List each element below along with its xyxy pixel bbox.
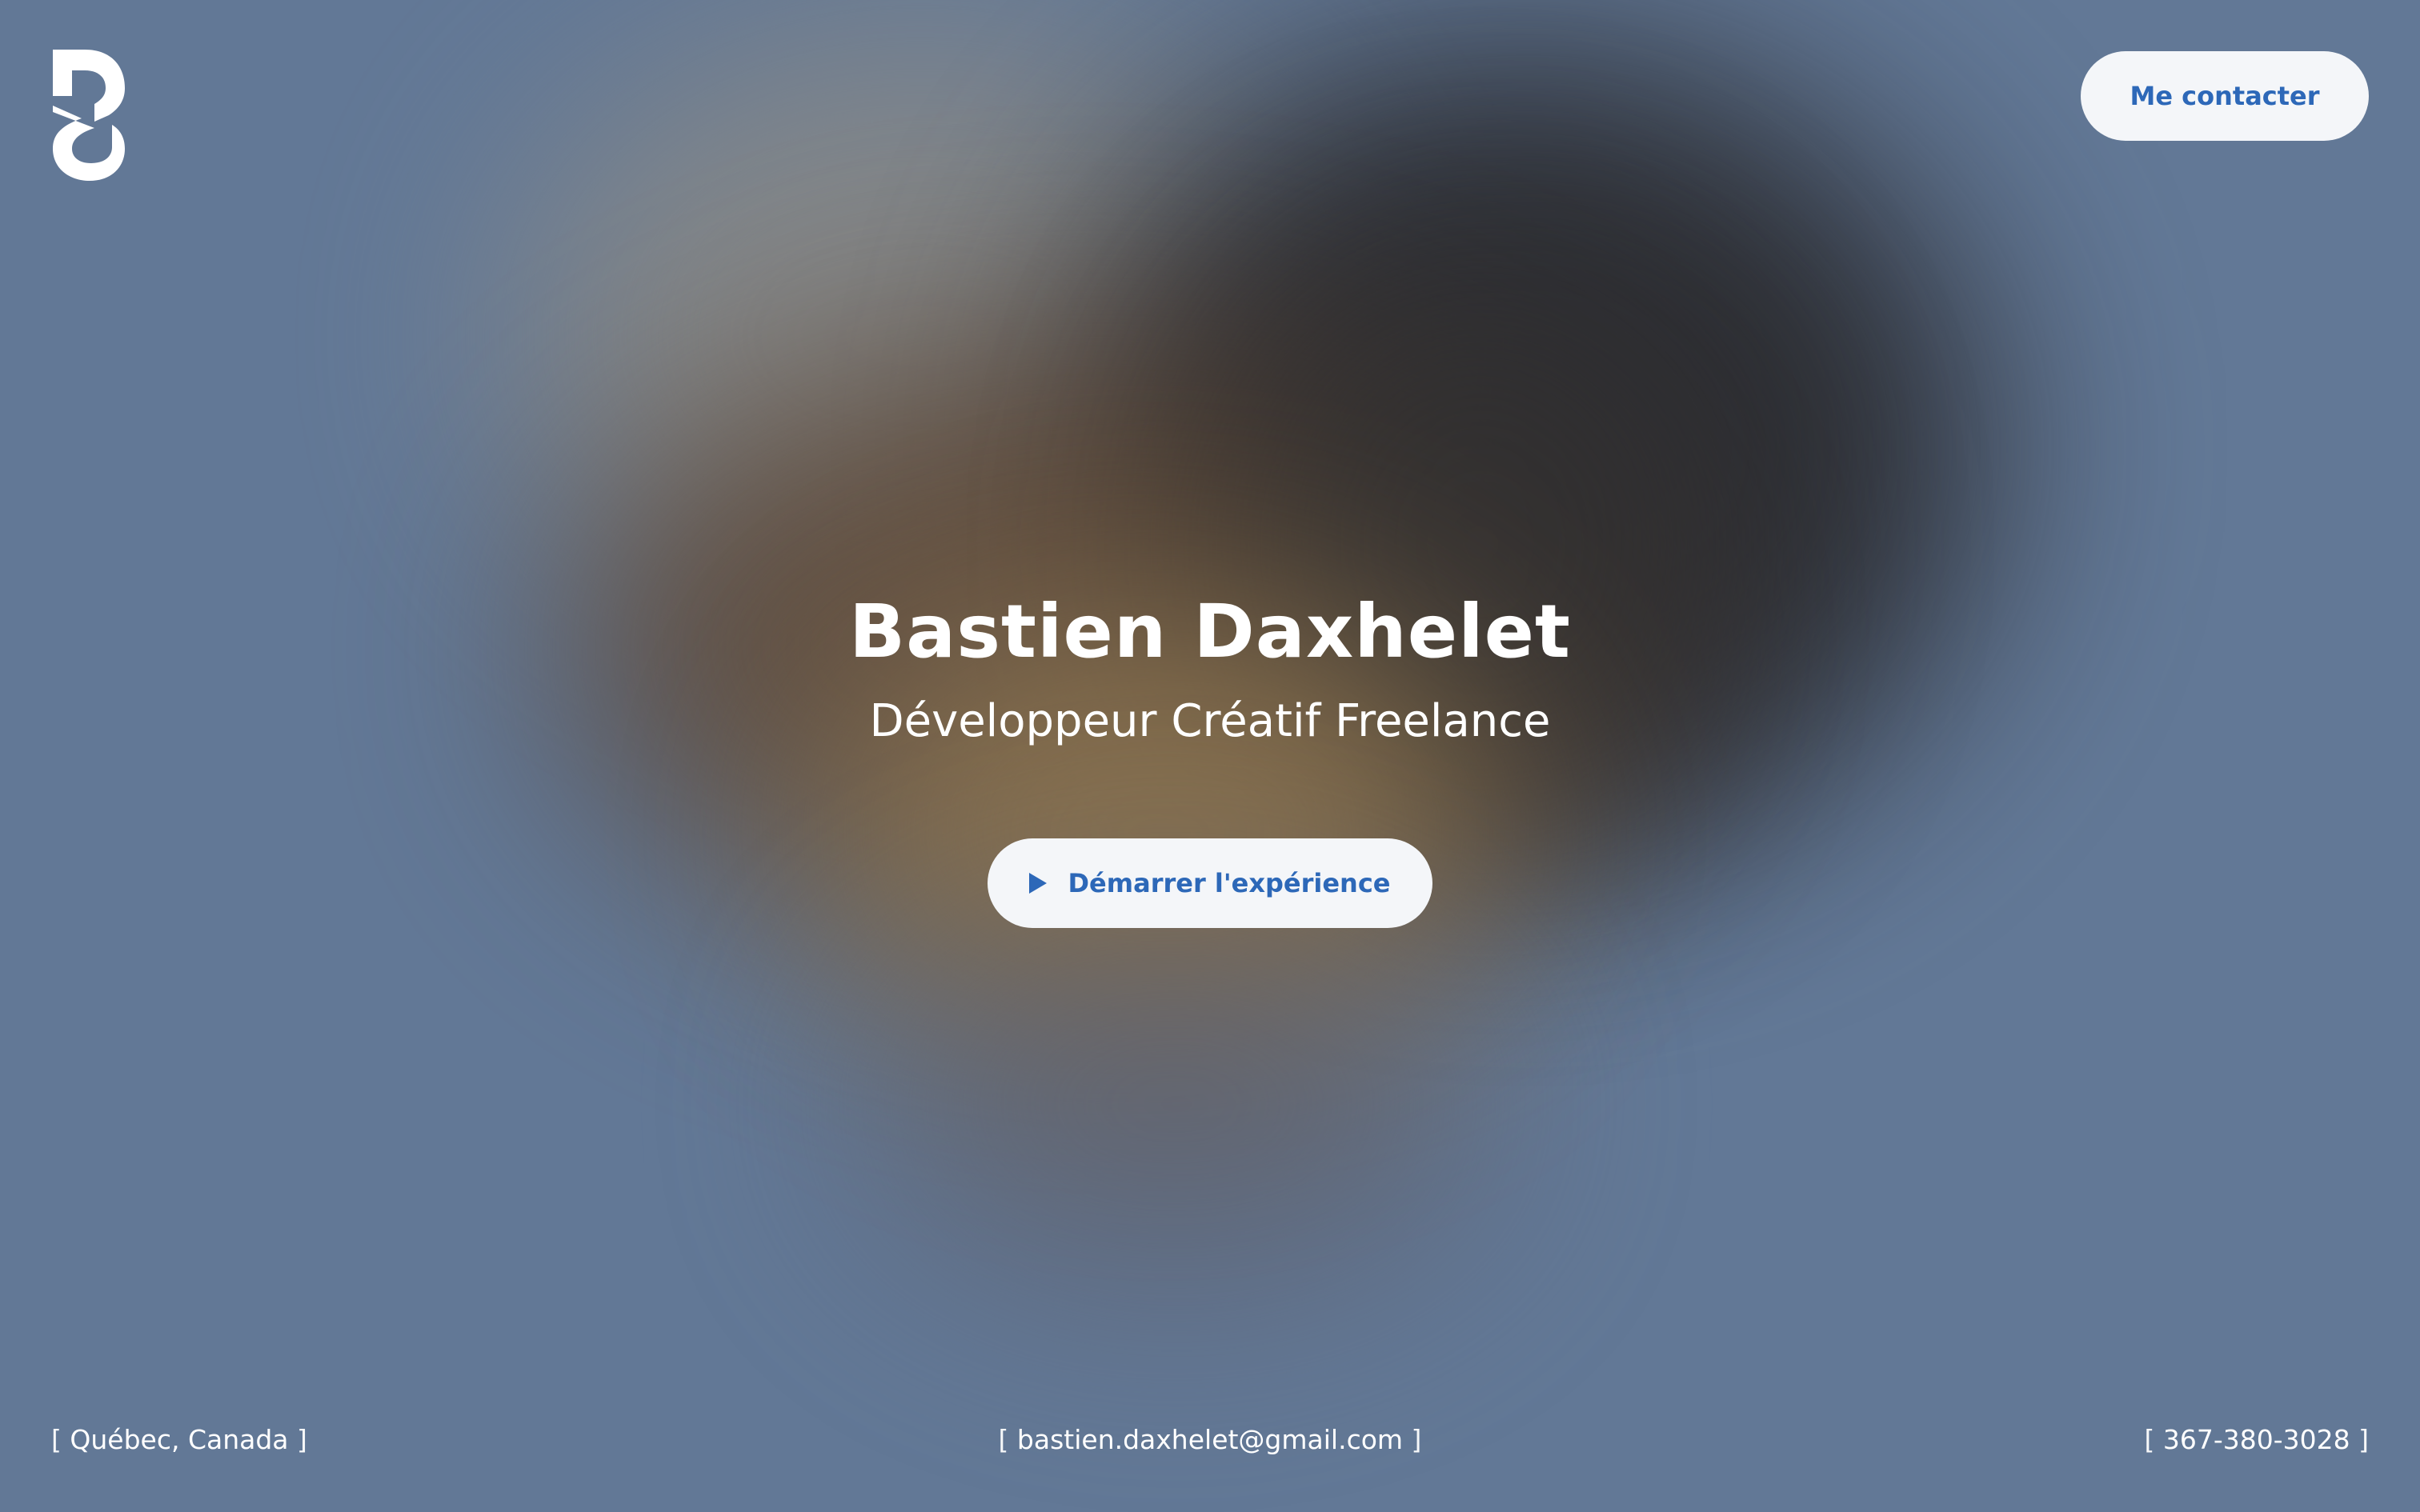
bracket-open: [	[2144, 1424, 2163, 1455]
footer-phone[interactable]: [ 367-380-3028 ]	[2144, 1416, 2369, 1464]
background-blob	[864, 920, 1488, 1288]
location-text: Québec, Canada	[70, 1424, 289, 1455]
hero-title: Bastien Daxhelet	[849, 589, 1571, 674]
bracket-close: ]	[1403, 1424, 1422, 1455]
contact-button[interactable]: Me contacter	[2081, 51, 2369, 141]
footer: [ Québec, Canada ] [ bastien.daxhelet@gm…	[51, 1416, 2369, 1464]
phone-link[interactable]: 367-380-3028	[2163, 1424, 2350, 1455]
footer-email[interactable]: [ bastien.daxhelet@gmail.com ]	[999, 1416, 1422, 1464]
bracket-close: ]	[288, 1424, 307, 1455]
logo-icon[interactable]	[50, 50, 125, 181]
play-icon	[1029, 873, 1048, 894]
bracket-open: [	[51, 1424, 70, 1455]
hero-subtitle: Développeur Créatif Freelance	[869, 695, 1551, 747]
hero-section: Bastien Daxhelet Développeur Créatif Fre…	[0, 576, 2420, 928]
bracket-close: ]	[2350, 1424, 2369, 1455]
email-link[interactable]: bastien.daxhelet@gmail.com	[1017, 1424, 1403, 1455]
contact-button-label: Me contacter	[2130, 81, 2320, 111]
footer-location: [ Québec, Canada ]	[51, 1416, 307, 1464]
bracket-open: [	[998, 1424, 1017, 1455]
start-experience-button[interactable]: Démarrer l'expérience	[988, 838, 1432, 928]
start-experience-label: Démarrer l'expérience	[1068, 868, 1391, 898]
